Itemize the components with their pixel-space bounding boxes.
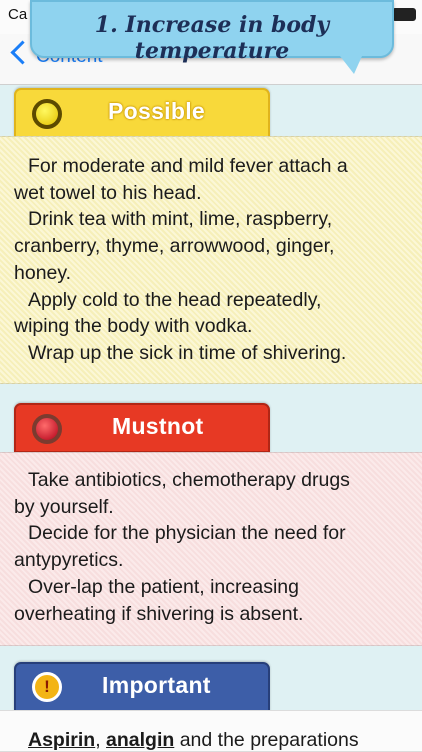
possible-label: Possible [108, 98, 205, 124]
list-item: honey. [14, 261, 72, 284]
list-item: Wrap up the sick in time of shivering. [28, 341, 347, 364]
important-bold-1: Aspirin [28, 729, 96, 751]
title-bubble: 1. Increase in body temperature [30, 0, 394, 74]
tab-mustnot: Mustnot [14, 403, 270, 453]
list-item: Decide for the physician the need for [28, 522, 346, 545]
page-title: 1. Increase in body temperature [94, 12, 330, 64]
possible-panel: For moderate and mild fever attach a wet… [0, 136, 422, 384]
mustnot-text: Take antibiotics, chemotherapy drugs by … [0, 453, 422, 627]
tab-possible: Possible [14, 88, 270, 138]
list-item: wiping the body with vodka. [14, 315, 253, 338]
mustnot-panel: Take antibiotics, chemotherapy drugs by … [0, 452, 422, 646]
mustnot-label: Mustnot [112, 413, 204, 439]
important-sep: , [95, 729, 107, 751]
important-bold-2: analgin [106, 729, 175, 751]
red-dot-icon [32, 414, 62, 444]
list-item: wet towel to his head. [14, 181, 202, 204]
carrier-label: Ca [8, 6, 28, 23]
yellow-dot-icon [32, 99, 62, 129]
list-item: antypyretics. [14, 549, 124, 572]
possible-text: For moderate and mild fever attach a wet… [0, 137, 422, 367]
important-text: Aspirin, analgin and the preparations [0, 711, 422, 752]
important-panel: Aspirin, analgin and the preparations [0, 710, 422, 752]
list-item: Apply cold to the head repeatedly, [28, 288, 322, 311]
exclamation-icon: ! [32, 672, 62, 702]
list-item: Drink tea with mint, lime, raspberry, [28, 208, 333, 231]
important-label: Important [102, 672, 211, 698]
list-item: For moderate and mild fever attach a [28, 155, 348, 177]
tab-important: ! Important [14, 662, 270, 712]
list-item: Take antibiotics, chemotherapy drugs [28, 469, 350, 491]
list-item: by yourself. [14, 495, 114, 518]
list-item: cranberry, thyme, arrowwood, ginger, [14, 235, 335, 258]
important-rest: and the preparations [174, 729, 359, 751]
battery-icon [392, 8, 416, 21]
list-item: Over-lap the patient, increasing [28, 575, 299, 598]
list-item: overheating if shivering is absent. [14, 602, 304, 625]
